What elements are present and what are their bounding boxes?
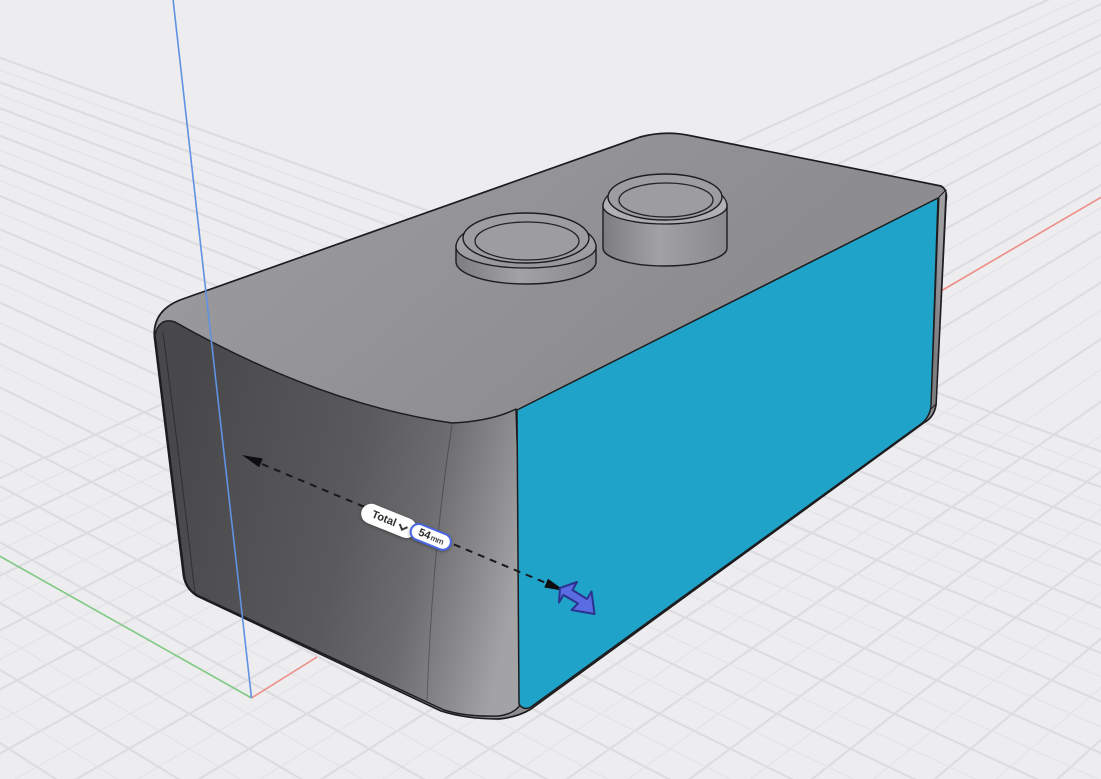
chevron-down-icon — [398, 521, 409, 532]
stud-front[interactable] — [456, 213, 596, 284]
stud-front-top — [463, 213, 589, 263]
stud-back[interactable] — [603, 174, 727, 266]
cad-viewport[interactable]: Total 54 mm — [0, 0, 1101, 779]
grid-line — [0, 0, 178, 779]
axis-x-red-far — [941, 192, 1101, 291]
dimension-unit: mm — [429, 533, 445, 546]
scene-canvas — [0, 0, 1101, 779]
stud-back-top — [608, 174, 722, 220]
